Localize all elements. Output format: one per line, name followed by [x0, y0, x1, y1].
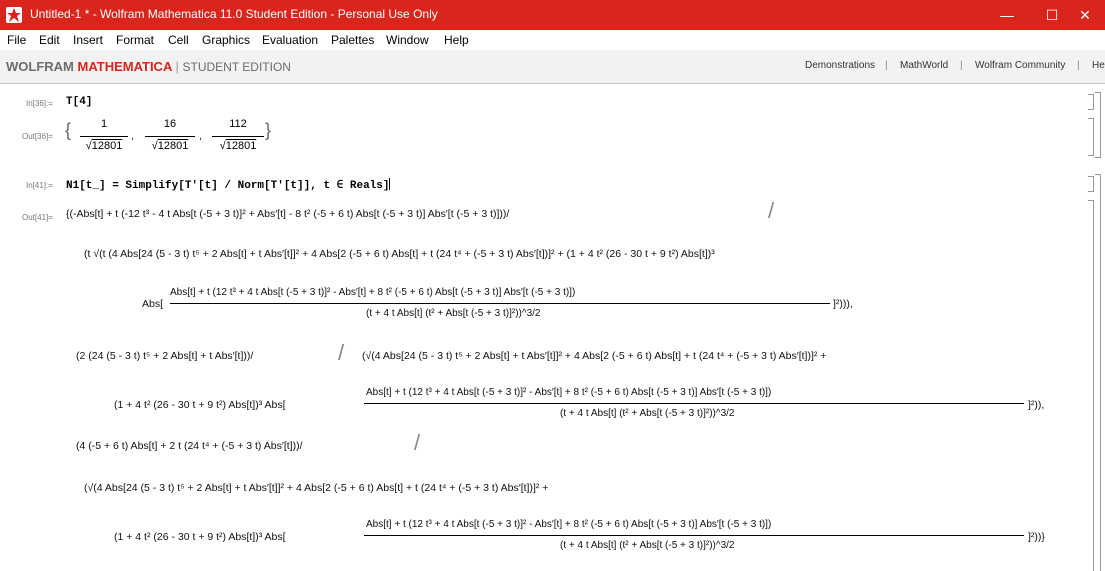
cell-bracket[interactable]	[1088, 200, 1094, 571]
input-cell[interactable]: N1[t_] = Simplify[T'[t] / Norm[T'[t]], t…	[66, 178, 391, 192]
mathematica-icon	[6, 7, 22, 23]
input-label: In[36]:=	[26, 99, 53, 108]
menu-bar: File Edit Insert Format Cell Graphics Ev…	[0, 30, 1105, 50]
link-demonstrations[interactable]: Demonstrations	[805, 60, 875, 71]
cell-bracket[interactable]	[1088, 118, 1094, 156]
close-button[interactable]: ✕	[1065, 0, 1105, 30]
link-help[interactable]: He	[1092, 60, 1105, 71]
menu-evaluation[interactable]: Evaluation	[262, 33, 318, 47]
menu-palettes[interactable]: Palettes	[331, 33, 374, 47]
cell-bracket[interactable]	[1088, 176, 1094, 192]
title-bar: Untitled-1 * - Wolfram Mathematica 11.0 …	[0, 0, 1105, 30]
menu-graphics[interactable]: Graphics	[202, 33, 250, 47]
notebook-area[interactable]: In[36]:= T[4] Out[36]= { 1 √12801 , 16 √…	[0, 84, 1105, 571]
brand-bar: WOLFRAM MATHEMATICA | STUDENT EDITION De…	[0, 50, 1105, 84]
input-cell[interactable]: T[4]	[66, 96, 92, 108]
menu-window[interactable]: Window	[386, 33, 429, 47]
brand-logo: WOLFRAM MATHEMATICA | STUDENT EDITION	[6, 59, 291, 74]
minimize-button[interactable]: —	[984, 0, 1030, 30]
link-wolfram-community[interactable]: Wolfram Community	[975, 60, 1065, 71]
link-mathworld[interactable]: MathWorld	[900, 60, 948, 71]
menu-file[interactable]: File	[7, 33, 26, 47]
window-title: Untitled-1 * - Wolfram Mathematica 11.0 …	[30, 7, 438, 21]
menu-insert[interactable]: Insert	[73, 33, 103, 47]
output-label: Out[36]=	[22, 132, 53, 141]
menu-help[interactable]: Help	[444, 33, 469, 47]
cell-bracket[interactable]	[1088, 94, 1094, 110]
output-label: Out[41]=	[22, 213, 53, 222]
group-bracket[interactable]	[1095, 92, 1101, 158]
group-bracket[interactable]	[1095, 174, 1101, 571]
menu-edit[interactable]: Edit	[39, 33, 60, 47]
menu-format[interactable]: Format	[116, 33, 154, 47]
text-cursor	[389, 178, 391, 190]
menu-cell[interactable]: Cell	[168, 33, 189, 47]
input-label: In[41]:=	[26, 181, 53, 190]
